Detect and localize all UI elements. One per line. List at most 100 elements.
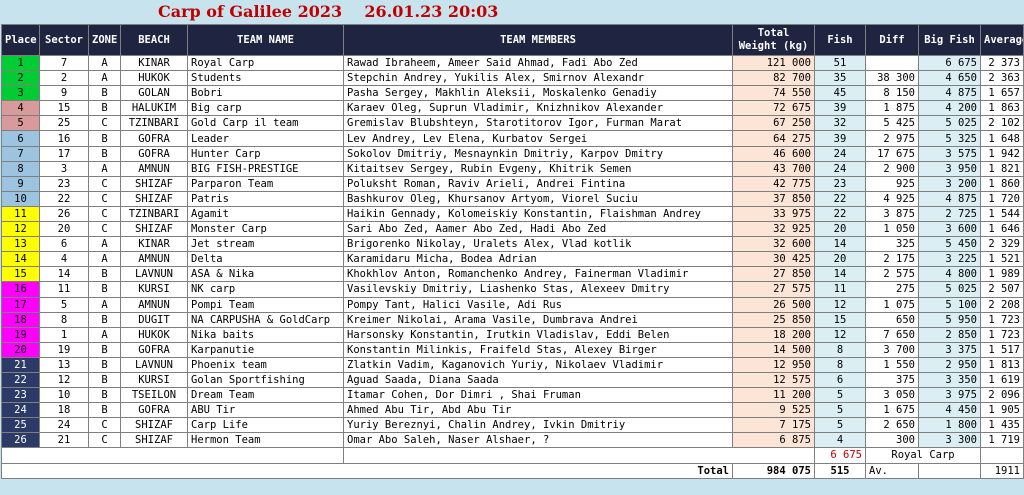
cell-big: 4 450 <box>918 402 981 419</box>
cell-avg: 1 863 <box>980 100 1024 117</box>
cell-sector: 20 <box>39 221 89 238</box>
header-place: Place <box>1 24 40 56</box>
cell-fish: 51 <box>814 54 866 72</box>
cell-beach: KURSI <box>120 371 188 389</box>
cell-team: Hermon Team <box>187 432 344 449</box>
max-weight-label: Max weight <box>343 447 815 464</box>
total-row: Total 984 075 515 Av. 1911 <box>1 462 1024 479</box>
cell-sector: 7 <box>39 54 89 72</box>
header-total-weight: Total Weight (kg) <box>732 24 815 56</box>
cell-beach: DUGIT <box>120 311 188 328</box>
cell-team: Phoenix team <box>187 356 344 373</box>
table-row: 26 21 C SHIZAF Hermon Team Omar Abo Saleh, Na… <box>1 432 1024 449</box>
cell-sector: 4 <box>39 251 89 268</box>
cell-place: 22 <box>1 371 40 389</box>
cell-members: Pasha Sergey, Makhlin Aleksii, Moskalenk… <box>343 85 733 102</box>
cell-sector: 25 <box>39 115 89 132</box>
cell-sector: 24 <box>39 417 89 434</box>
cell-avg: 2 102 <box>980 115 1024 132</box>
cell-zone: C <box>88 205 121 223</box>
cell-zone: B <box>88 371 121 389</box>
cell-diff: 300 <box>865 432 919 449</box>
table-row: 14 4 A AMNUN Delta Karamidaru Micha, Bodea Ad… <box>1 251 1024 268</box>
cell-beach: LAVNUN <box>120 266 188 283</box>
cell-place: 13 <box>1 236 40 253</box>
table-row: 6 16 B GOFRA Leader Lev Andrey, Lev Elena, Ku… <box>1 130 1024 147</box>
cell-place: 4 <box>1 100 40 117</box>
cell-zone: B <box>88 266 121 283</box>
table-row: 7 17 B GOFRA Hunter Carp Sokolov Dmitriy, Mes… <box>1 145 1024 162</box>
cell-members: Vasilevskiy Dmitriy, Liashenko Stas, Ale… <box>343 281 733 298</box>
cell-fish: 4 <box>814 432 866 449</box>
cell-avg: 2 208 <box>980 296 1024 313</box>
cell-members: Ahmed Abu Tir, Abd Abu Tir <box>343 402 733 419</box>
header-average: Average <box>980 24 1024 56</box>
cell-fish: 35 <box>814 70 866 87</box>
cell-weight: 42 775 <box>732 175 815 192</box>
cell-beach: HUKOK <box>120 326 188 343</box>
cell-weight: 27 850 <box>732 266 815 283</box>
cell-big: 5 950 <box>918 311 981 328</box>
cell-sector: 23 <box>39 175 89 192</box>
max-weight-row: Max weight 6 675 Royal Carp <box>1 447 1024 464</box>
table-row: 13 6 A KINAR Jet stream Brigorenko Nikolay, U… <box>1 236 1024 253</box>
cell-sector: 16 <box>39 130 89 147</box>
cell-avg: 1 821 <box>980 160 1024 177</box>
cell-zone: B <box>88 130 121 147</box>
cell-sector: 10 <box>39 387 89 404</box>
cell-beach: TSEILON <box>120 387 188 404</box>
cell-place: 11 <box>1 205 40 223</box>
cell-sector: 13 <box>39 356 89 373</box>
cell-big: 3 300 <box>918 432 981 449</box>
cell-beach: AMNUN <box>120 251 188 268</box>
cell-team: Jet stream <box>187 236 344 253</box>
cell-zone: B <box>88 356 121 373</box>
cell-place: 2 <box>1 70 40 87</box>
cell-place: 17 <box>1 296 40 313</box>
table-row: 25 24 C SHIZAF Carp Life Yuriy Bereznyi, Chal… <box>1 417 1024 434</box>
cell-avg: 1 619 <box>980 371 1024 389</box>
cell-fish: 5 <box>814 417 866 434</box>
cell-members: Itamar Cohen, Dor Dimri , Shai Fruman <box>343 387 733 404</box>
cell-team: Big carp <box>187 100 344 117</box>
cell-avg: 1 517 <box>980 341 1024 358</box>
cell-sector: 17 <box>39 145 89 162</box>
cell-team: Students <box>187 70 344 87</box>
cell-members: Bashkurov Oleg, Khursanov Artyom, Viorel… <box>343 190 733 207</box>
cell-team: Monster Carp <box>187 221 344 238</box>
cell-zone: C <box>88 432 121 449</box>
cell-diff: 17 675 <box>865 145 919 162</box>
table-row: 5 25 C TZINBARI Gold Carp il team Gremislav B… <box>1 115 1024 132</box>
cell-sector: 2 <box>39 70 89 87</box>
cell-place: 19 <box>1 326 40 343</box>
cell-beach: TZINBARI <box>120 115 188 132</box>
cell-avg: 1 648 <box>980 130 1024 147</box>
cell-place: 26 <box>1 432 40 449</box>
cell-team: Gold Carp il team <box>187 115 344 132</box>
cell-place: 21 <box>1 356 40 373</box>
cell-big: 3 975 <box>918 387 981 404</box>
cell-diff <box>865 54 919 72</box>
cell-weight: 74 550 <box>732 85 815 102</box>
cell-big: 5 450 <box>918 236 981 253</box>
cell-zone: B <box>88 402 121 419</box>
cell-weight: 27 575 <box>732 281 815 298</box>
table-row: 1 7 A KINAR Royal Carp Rawad Ibraheem, Ameer … <box>1 54 1024 72</box>
cell-place: 6 <box>1 130 40 147</box>
cell-beach: HUKOK <box>120 70 188 87</box>
cell-big: 4 875 <box>918 85 981 102</box>
cell-sector: 11 <box>39 281 89 298</box>
cell-team: ABU Tir <box>187 402 344 419</box>
cell-beach: SHIZAF <box>120 190 188 207</box>
cell-fish: 22 <box>814 205 866 223</box>
cell-zone: A <box>88 160 121 177</box>
cell-place: 18 <box>1 311 40 328</box>
cell-diff: 275 <box>865 281 919 298</box>
cell-zone: A <box>88 70 121 87</box>
table-header: Place Sector ZONE BEACH TEAM NAME TEAM MEMBER… <box>1 24 1024 56</box>
cell-diff: 375 <box>865 371 919 389</box>
cell-zone: B <box>88 281 121 298</box>
cell-place: 16 <box>1 281 40 298</box>
cell-members: Pompy Tant, Halici Vasile, Adi Rus <box>343 296 733 313</box>
cell-members: Kitaitsev Sergey, Rubin Evgeny, Khitrik … <box>343 160 733 177</box>
